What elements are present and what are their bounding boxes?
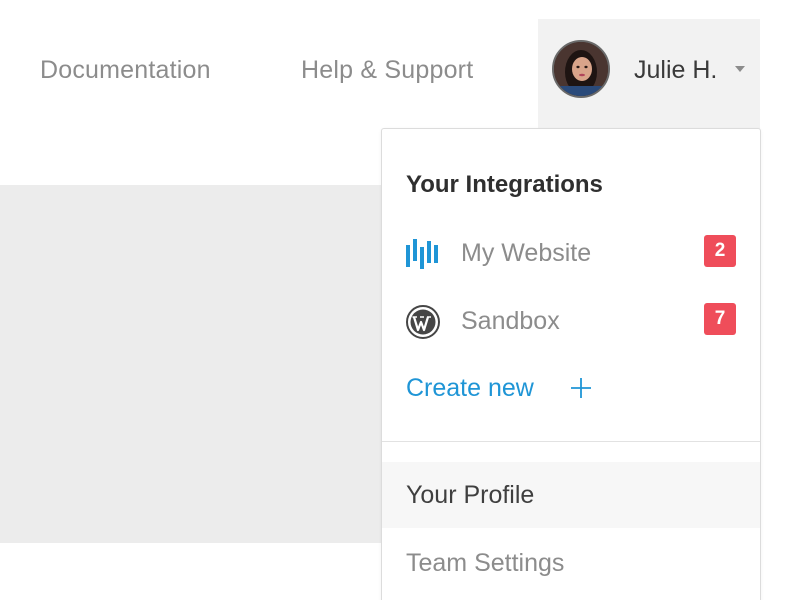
divider bbox=[382, 441, 760, 442]
menu-item-team-settings[interactable]: Team Settings bbox=[382, 530, 760, 596]
user-menu-toggle[interactable]: Julie H. bbox=[538, 19, 760, 129]
integrations-dropdown: Your Integrations My Website 2 Sandbox 7 bbox=[381, 128, 761, 600]
page: Documentation Help & Support Julie H. Yo… bbox=[0, 0, 800, 600]
dropdown-heading: Your Integrations bbox=[406, 171, 603, 198]
integration-item-sandbox[interactable]: Sandbox 7 bbox=[406, 303, 736, 339]
integration-label: My Website bbox=[461, 239, 592, 267]
notification-badge: 2 bbox=[704, 235, 736, 267]
nav-documentation-link[interactable]: Documentation bbox=[40, 56, 211, 85]
user-name: Julie H. bbox=[634, 56, 718, 84]
integration-label: Sandbox bbox=[461, 307, 560, 335]
plus-icon[interactable] bbox=[570, 377, 592, 399]
notification-badge: 7 bbox=[704, 303, 736, 335]
content-placeholder bbox=[0, 185, 382, 543]
create-new-link[interactable]: Create new bbox=[406, 374, 534, 403]
bar-chart-icon bbox=[406, 239, 438, 269]
menu-item-your-profile[interactable]: Your Profile bbox=[382, 462, 760, 528]
nav-help-support-link[interactable]: Help & Support bbox=[301, 56, 473, 85]
avatar bbox=[552, 40, 610, 98]
menu-item-label: Your Profile bbox=[406, 481, 535, 509]
chevron-down-icon bbox=[735, 66, 745, 72]
wordpress-icon bbox=[406, 305, 440, 339]
menu-item-label: Team Settings bbox=[406, 549, 565, 577]
integration-item-my-website[interactable]: My Website 2 bbox=[406, 235, 736, 271]
